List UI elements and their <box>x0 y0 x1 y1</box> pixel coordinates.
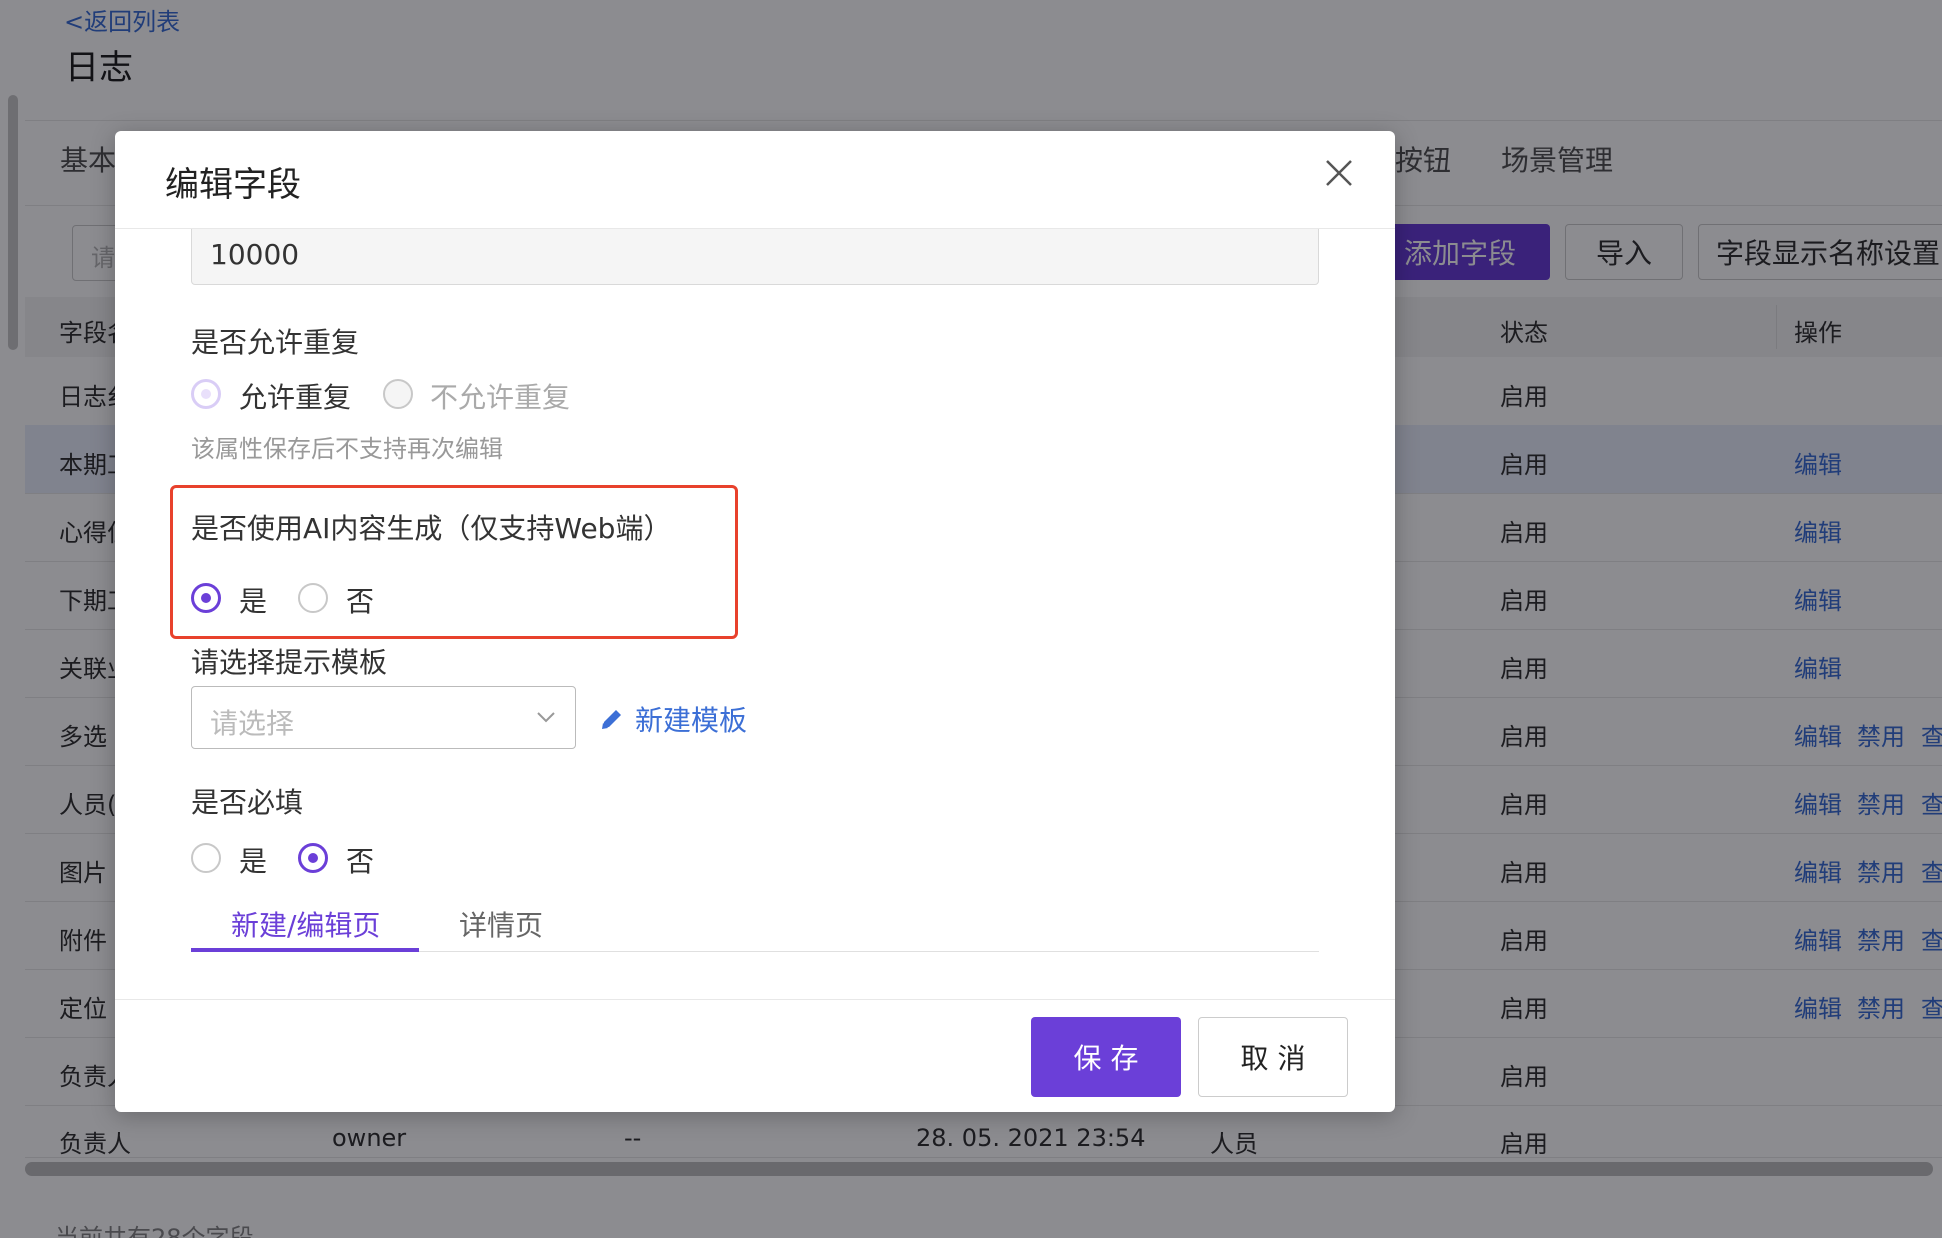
radio-disallow-duplicate[interactable] <box>383 379 413 409</box>
required-yes-option[interactable]: 是 <box>239 840 267 880</box>
subtab-new-edit-page[interactable]: 新建/编辑页 <box>231 904 380 944</box>
app-page: <返回列表 日志 基本 按钮 场景管理 请 添加字段 导入 字段显示名称设置 字… <box>0 0 1942 1238</box>
disallow-duplicate-option[interactable]: 不允许重复 <box>430 376 570 416</box>
value-input-text: 10000 <box>210 238 300 271</box>
edit-field-modal: 编辑字段 10000 是否允许重复 允许重复 不允许重复 该属性保存后不支持再次… <box>115 131 1395 1112</box>
allow-duplicate-label: 是否允许重复 <box>191 326 360 359</box>
radio-required-no[interactable] <box>298 843 328 873</box>
radio-allow-duplicate[interactable] <box>191 379 221 409</box>
radio-ai-yes[interactable] <box>191 583 221 613</box>
radio-ai-no[interactable] <box>298 583 328 613</box>
subtab-detail-page[interactable]: 详情页 <box>459 904 543 944</box>
subtab-active-indicator <box>191 948 419 952</box>
ai-yes-option[interactable]: 是 <box>239 580 267 620</box>
pencil-icon <box>599 706 625 732</box>
modal-title: 编辑字段 <box>165 165 301 205</box>
duplicate-hint: 该属性保存后不支持再次编辑 <box>191 435 503 463</box>
required-no-option[interactable]: 否 <box>346 840 374 880</box>
ai-no-option[interactable]: 否 <box>346 580 374 620</box>
template-select[interactable]: 请选择 <box>191 686 576 749</box>
modal-footer-divider <box>115 999 1395 1000</box>
ai-generation-label: 是否使用AI内容生成（仅支持Web端） <box>191 512 672 545</box>
modal-body: 10000 是否允许重复 允许重复 不允许重复 该属性保存后不支持再次编辑 是否… <box>115 229 1395 999</box>
required-label: 是否必填 <box>191 786 304 819</box>
value-input[interactable]: 10000 <box>191 229 1319 285</box>
new-template-label: 新建模板 <box>635 704 748 737</box>
template-select-placeholder: 请选择 <box>210 707 295 740</box>
save-button[interactable]: 保 存 <box>1031 1017 1181 1097</box>
radio-required-yes[interactable] <box>191 843 221 873</box>
template-label: 请选择提示模板 <box>191 646 388 679</box>
new-template-link[interactable]: 新建模板 <box>599 699 747 739</box>
chevron-down-icon <box>536 709 556 728</box>
cancel-button[interactable]: 取 消 <box>1198 1017 1348 1097</box>
close-icon[interactable] <box>1323 157 1355 189</box>
allow-duplicate-option[interactable]: 允许重复 <box>239 376 351 416</box>
